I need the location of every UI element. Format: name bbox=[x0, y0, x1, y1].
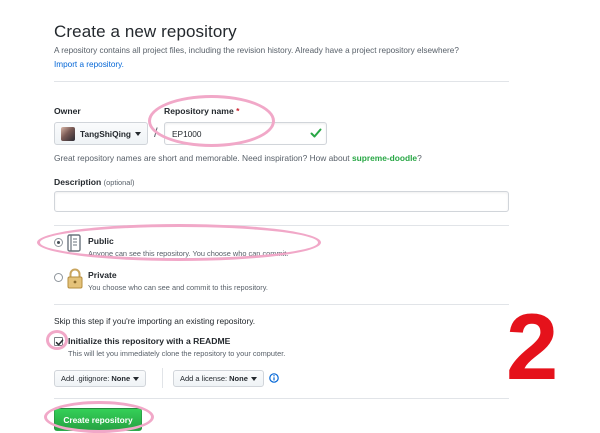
required-mark: * bbox=[236, 106, 240, 116]
readme-title: Initialize this repository with a README bbox=[68, 336, 231, 346]
repo-name-label: Repository name * bbox=[164, 106, 239, 116]
owner-name: TangShiQing bbox=[80, 128, 132, 139]
description-divider bbox=[54, 225, 509, 226]
page-title: Create a new repository bbox=[54, 22, 237, 41]
visibility-divider bbox=[54, 304, 509, 305]
checkmark-icon bbox=[55, 339, 64, 346]
caret-down-icon bbox=[250, 376, 257, 381]
repo-name-input[interactable] bbox=[164, 122, 327, 145]
name-suggestion-link[interactable]: supreme-doodle bbox=[352, 153, 417, 163]
readme-checkbox[interactable] bbox=[54, 337, 64, 346]
owner-label: Owner bbox=[54, 106, 81, 116]
public-radio[interactable] bbox=[54, 238, 63, 247]
private-note: You choose who can see and commit to thi… bbox=[88, 283, 268, 292]
description-label-text: Description bbox=[54, 177, 102, 187]
import-repository-link[interactable]: Import a repository. bbox=[54, 60, 124, 69]
gitignore-label: Add .gitignore: bbox=[61, 374, 110, 383]
lock-icon bbox=[67, 268, 83, 289]
info-icon[interactable] bbox=[269, 373, 279, 383]
hint-text: Great repository names are short and mem… bbox=[54, 153, 352, 163]
skip-step-text: Skip this step if you're importing an ex… bbox=[54, 316, 256, 326]
private-title: Private bbox=[88, 270, 117, 280]
private-radio[interactable] bbox=[54, 273, 63, 282]
description-optional: (optional) bbox=[103, 178, 135, 187]
options-separator bbox=[162, 368, 163, 388]
repo-name-label-text: Repository name bbox=[164, 106, 234, 116]
public-note: Anyone can see this repository. You choo… bbox=[88, 249, 289, 258]
hint-end: ? bbox=[417, 153, 422, 163]
license-value: None bbox=[229, 374, 248, 383]
license-select[interactable]: Add a license: None bbox=[173, 370, 264, 387]
create-repository-button[interactable]: Create repository bbox=[54, 408, 142, 431]
description-input[interactable] bbox=[54, 191, 509, 212]
owner-dropdown[interactable]: TangShiQing bbox=[54, 122, 148, 145]
header-divider bbox=[54, 81, 509, 82]
public-title: Public bbox=[88, 236, 114, 246]
repo-name-hint: Great repository names are short and mem… bbox=[54, 153, 422, 163]
page-subhead: A repository contains all project files,… bbox=[54, 44, 534, 72]
check-icon bbox=[310, 128, 322, 138]
annotation-step-number: 2 bbox=[506, 294, 559, 399]
owner-repo-separator: / bbox=[154, 125, 158, 140]
gitignore-select[interactable]: Add .gitignore: None bbox=[54, 370, 147, 387]
subhead-text: A repository contains all project files,… bbox=[54, 46, 459, 55]
gitignore-value: None bbox=[111, 374, 131, 383]
caret-down-icon bbox=[133, 376, 140, 381]
caret-down-icon bbox=[135, 131, 142, 136]
avatar bbox=[61, 126, 75, 141]
readme-note: This will let you immediately clone the … bbox=[68, 349, 286, 358]
license-label: Add a license: bbox=[180, 374, 228, 383]
repo-icon bbox=[67, 234, 81, 252]
description-label: Description (optional) bbox=[54, 177, 134, 187]
options-divider bbox=[54, 398, 509, 399]
